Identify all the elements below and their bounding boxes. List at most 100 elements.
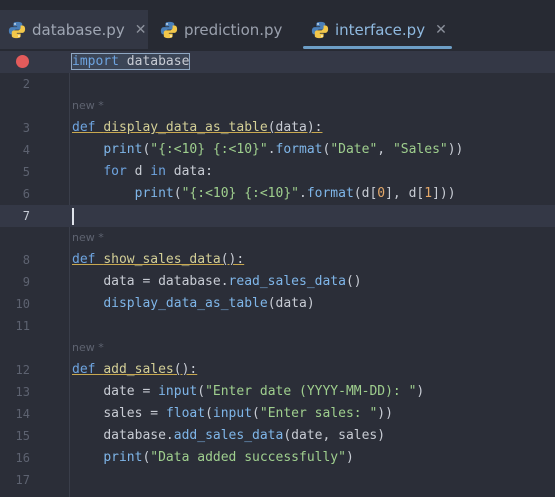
tab-prediction-py[interactable]: prediction.py — [152, 10, 288, 49]
code-text: ) — [345, 450, 354, 465]
code-text: ( — [197, 384, 206, 399]
line-number: 11 — [15, 319, 30, 333]
code-line[interactable]: 12 def add_sales(): — [0, 359, 555, 381]
function-call: input — [158, 384, 198, 399]
code-line[interactable]: 11 — [0, 315, 555, 337]
line-number: 12 — [15, 363, 30, 377]
code-line[interactable]: 10 display_data_as_table(data) — [0, 293, 555, 315]
number-literal: 1 — [424, 186, 433, 201]
active-tab-indicator — [303, 46, 452, 49]
tab-label: prediction.py — [184, 20, 283, 39]
function-call: float — [165, 406, 206, 421]
code-text: ( — [173, 186, 182, 201]
inlay-hint: new * — [72, 341, 104, 354]
code-text: (d[ — [353, 186, 378, 201]
function-call: print — [103, 450, 143, 465]
keyword: def — [72, 252, 96, 267]
code-text: (data): — [267, 120, 323, 135]
number-literal: 0 — [377, 186, 386, 201]
function-name: add_sales — [103, 362, 174, 377]
function-call: format — [275, 142, 323, 157]
line-number: 6 — [22, 187, 30, 201]
code-text: )) — [377, 406, 393, 421]
code-text: d — [126, 164, 151, 179]
code-text: (): — [173, 362, 198, 377]
tab-label: database.py — [32, 20, 125, 39]
inlay-hint: new * — [72, 231, 104, 244]
code-line[interactable]: 15 database.add_sales_data(date, sales) — [0, 425, 555, 447]
line-number: 5 — [22, 165, 30, 179]
python-icon — [311, 21, 329, 38]
line-number: 13 — [15, 385, 30, 399]
tab-database-py[interactable]: database.py ✕ — [0, 10, 148, 49]
code-text: ( — [205, 406, 213, 421]
code-text: ( — [252, 406, 260, 421]
code-line[interactable]: 14 sales = float(input("Enter sales: ")) — [0, 403, 555, 425]
code-line[interactable]: 17 — [0, 469, 555, 491]
code-line[interactable]: 16 print("Data added successfully") — [0, 447, 555, 469]
line-number: 14 — [15, 407, 30, 421]
keyword: def — [72, 362, 96, 377]
code-text: ) — [416, 384, 425, 399]
string-literal: "{:<10} {:<10}" — [181, 186, 299, 201]
code-text: data = database. — [103, 274, 229, 289]
code-text: ], d[ — [385, 186, 425, 201]
close-icon[interactable]: ✕ — [135, 22, 147, 38]
code-text: data: — [165, 164, 213, 179]
line-number: 17 — [15, 473, 30, 487]
function-call: input — [212, 406, 253, 421]
code-text: (): — [220, 252, 245, 267]
python-icon — [8, 21, 26, 38]
code-text: . — [267, 142, 276, 157]
function-call: print — [134, 186, 174, 201]
line-number: 10 — [15, 297, 30, 311]
code-line[interactable]: import database — [0, 51, 555, 73]
function-name: show_sales_data — [103, 252, 221, 267]
code-text: date = — [103, 384, 159, 399]
identifier: database — [118, 54, 190, 69]
inlay-hint: new * — [72, 99, 104, 112]
function-call: print — [103, 142, 143, 157]
code-text: (data) — [267, 296, 315, 311]
line-number: 2 — [22, 77, 30, 91]
line-number: 3 — [22, 121, 30, 135]
code-line[interactable]: 8 def show_sales_data(): — [0, 249, 555, 271]
python-icon — [160, 21, 178, 38]
keyword: for — [103, 164, 127, 179]
line-number: 16 — [15, 451, 30, 465]
string-literal: "Enter sales: " — [259, 406, 378, 421]
code-text: (date, sales) — [283, 428, 386, 443]
code-text: database. — [103, 428, 174, 443]
code-line[interactable]: 4 print("{:<10} {:<10}".format("Date", "… — [0, 139, 555, 161]
tab-interface-py[interactable]: interface.py ✕ — [303, 10, 453, 49]
function-call: format — [306, 186, 354, 201]
close-icon[interactable]: ✕ — [435, 22, 447, 38]
keyword: in — [150, 164, 166, 179]
code-line[interactable]: 5 for d in data: — [0, 161, 555, 183]
code-text: ])) — [432, 186, 456, 201]
function-call: add_sales_data — [173, 428, 284, 443]
code-line[interactable]: 3 def display_data_as_table(data): — [0, 117, 555, 139]
import-statement: import database — [70, 53, 191, 70]
keyword: import — [72, 54, 119, 69]
code-line-current[interactable]: 7 — [0, 205, 555, 227]
code-line[interactable]: 13 date = input("Enter date (YYYY-MM-DD)… — [0, 381, 555, 403]
code-line[interactable]: 9 data = database.read_sales_data() — [0, 271, 555, 293]
line-number: 8 — [22, 253, 30, 267]
code-line[interactable]: 6 print("{:<10} {:<10}".format(d[0], d[1… — [0, 183, 555, 205]
string-literal: "Data added successfully" — [150, 450, 346, 465]
line-number: 7 — [22, 209, 30, 223]
code-line[interactable]: 2 — [0, 73, 555, 95]
code-text: . — [299, 186, 307, 201]
tab-label: interface.py — [335, 20, 426, 39]
line-number: 4 — [22, 143, 30, 157]
breakpoint-icon[interactable] — [16, 55, 29, 68]
